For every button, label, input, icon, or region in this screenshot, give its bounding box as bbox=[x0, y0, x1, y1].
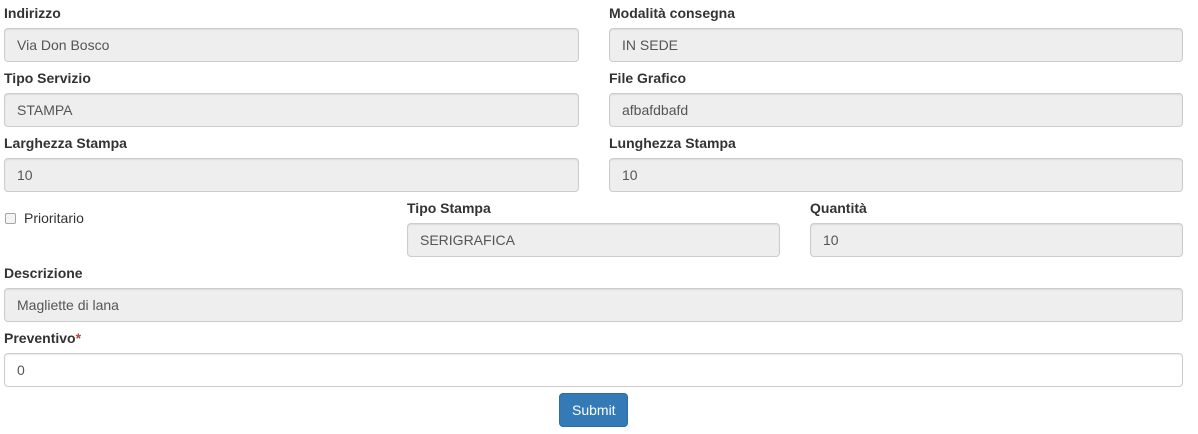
modalita-consegna-field[interactable]: IN SEDE bbox=[609, 28, 1183, 62]
modalita-consegna-label: Modalità consegna bbox=[609, 5, 736, 21]
tipo-servizio-field[interactable]: STAMPA bbox=[4, 93, 579, 127]
submit-button[interactable]: Submit bbox=[559, 393, 628, 427]
lunghezza-stampa-field[interactable]: 10 bbox=[609, 158, 1183, 192]
prioritario-checkbox-group[interactable]: Prioritario bbox=[5, 208, 84, 228]
tipo-servizio-label: Tipo Servizio bbox=[4, 70, 91, 86]
descrizione-label: Descrizione bbox=[4, 265, 83, 281]
prioritario-label: Prioritario bbox=[24, 210, 84, 226]
quantita-field[interactable]: 10 bbox=[810, 223, 1183, 257]
lunghezza-stampa-label: Lunghezza Stampa bbox=[609, 135, 736, 151]
descrizione-field[interactable]: Magliette di lana bbox=[4, 288, 1183, 322]
tipo-stampa-label: Tipo Stampa bbox=[407, 200, 491, 216]
larghezza-stampa-label: Larghezza Stampa bbox=[4, 135, 127, 151]
tipo-stampa-field[interactable]: SERIGRAFICA bbox=[407, 223, 780, 257]
file-grafico-label: File Grafico bbox=[609, 70, 687, 86]
indirizzo-label: Indirizzo bbox=[4, 5, 61, 21]
file-grafico-field[interactable]: afbafdbafd bbox=[609, 93, 1183, 127]
indirizzo-field[interactable]: Via Don Bosco bbox=[4, 28, 579, 62]
required-marker: * bbox=[75, 330, 82, 346]
preventivo-field[interactable]: 0 bbox=[4, 353, 1183, 387]
preventivo-label-text: Preventivo bbox=[4, 330, 76, 346]
preventivo-label: Preventivo* bbox=[4, 328, 81, 348]
quantita-label: Quantità bbox=[810, 200, 867, 216]
prioritario-checkbox[interactable] bbox=[5, 212, 16, 224]
larghezza-stampa-field[interactable]: 10 bbox=[4, 158, 579, 192]
